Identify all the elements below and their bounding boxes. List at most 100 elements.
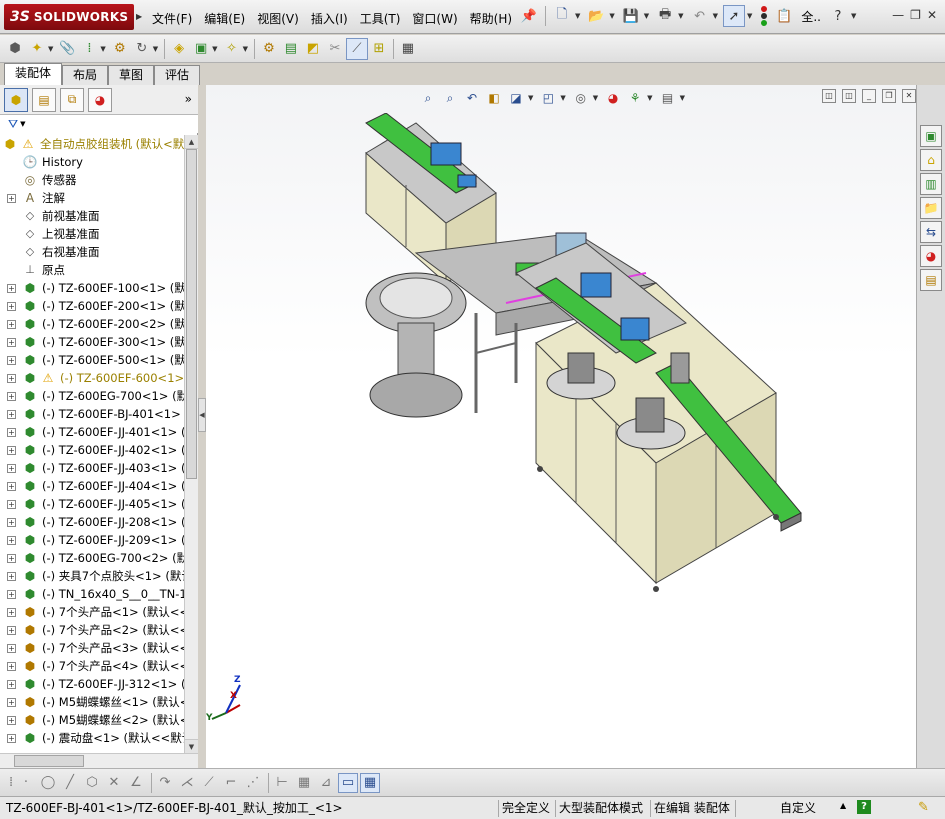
tree-item[interactable]: ⊥ 原点 xyxy=(0,261,184,279)
scroll-down-icon[interactable]: ▼ xyxy=(185,739,198,753)
expand-icon[interactable]: + xyxy=(7,608,16,617)
minimize-icon[interactable]: — xyxy=(892,8,904,22)
units-dropdown-icon[interactable]: ▲ xyxy=(840,801,846,810)
point-icon[interactable]: · xyxy=(16,773,36,793)
scroll-thumb[interactable] xyxy=(186,149,197,479)
tags-icon[interactable]: ✎ xyxy=(918,800,929,815)
expand-icon[interactable]: + xyxy=(7,680,16,689)
view-orientation-dropdown-icon[interactable]: ▼ xyxy=(528,94,533,102)
tree-item[interactable]: + ⬢ (-) 7个头产品<2> (默认<< xyxy=(0,621,184,639)
tree-item[interactable]: ◎ 传感器 xyxy=(0,171,184,189)
reference-geometry-icon[interactable]: ✧ xyxy=(221,38,243,60)
expand-icon[interactable]: + xyxy=(7,554,16,563)
home-icon[interactable]: ⌂ xyxy=(920,149,942,171)
line-icon[interactable]: ╱ xyxy=(60,773,80,793)
expand-icon[interactable]: + xyxy=(7,356,16,365)
pattern-dropdown-icon[interactable]: ▼ xyxy=(100,45,105,53)
tree-item[interactable]: + ⬢ (-) TZ-600EF-JJ-403<1> (默 xyxy=(0,459,184,477)
tree-item[interactable]: + ⬢ (-) TZ-600EF-200<1> (默认< xyxy=(0,297,184,315)
exploded-view-icon[interactable]: ▤ xyxy=(280,38,302,60)
tab-evaluate[interactable]: 评估 xyxy=(154,65,201,85)
circle-icon[interactable]: ◯ xyxy=(38,773,58,793)
design-library-icon[interactable]: ▥ xyxy=(920,173,942,195)
expand-icon[interactable]: + xyxy=(7,590,16,599)
expand-icon[interactable]: + xyxy=(7,392,16,401)
expand-icon[interactable]: + xyxy=(7,374,16,383)
angle-icon[interactable]: ∠ xyxy=(126,773,146,793)
linear-pattern-icon[interactable]: ⁞ xyxy=(78,38,100,60)
dynamic-annotation-icon[interactable]: ◪ xyxy=(506,88,526,108)
menu-window[interactable]: 窗口(W) xyxy=(406,8,463,29)
view-orientation-icon[interactable]: ◰ xyxy=(538,88,558,108)
move-component-icon[interactable]: ↻ xyxy=(131,38,153,60)
expand-icon[interactable]: + xyxy=(7,194,16,203)
bill-of-materials-icon[interactable]: ⚙ xyxy=(258,38,280,60)
mirror-icon[interactable]: ⋌ xyxy=(177,773,197,793)
feature-manager-tab-icon[interactable]: ⬢ xyxy=(4,87,28,112)
viewport-close-icon[interactable]: ✕ xyxy=(902,89,916,103)
help-icon[interactable]: ? xyxy=(827,5,849,27)
hscroll-thumb[interactable] xyxy=(14,755,84,767)
interference-detection-icon[interactable]: ✂ xyxy=(324,38,346,60)
options-icon[interactable]: 📋 xyxy=(773,5,795,27)
tree-item[interactable]: + ⬢ (-) TZ-600EF-JJ-208<1> (默 xyxy=(0,513,184,531)
tree-item[interactable]: ◇ 上视基准面 xyxy=(0,225,184,243)
status-units[interactable]: 自定义 xyxy=(780,800,816,817)
expand-icon[interactable]: + xyxy=(7,644,16,653)
tree-item[interactable]: + ⬢ (-) TZ-600EF-100<1> (默认< xyxy=(0,279,184,297)
tree-item[interactable]: + ⬢ (-) TZ-600EF-JJ-405<1> (默 xyxy=(0,495,184,513)
pane-collapse-handle[interactable]: ◀ xyxy=(198,398,206,432)
select-dropdown-icon[interactable]: ▼ xyxy=(747,12,752,20)
expand-icon[interactable]: + xyxy=(7,518,16,527)
move-dropdown-icon[interactable]: ▼ xyxy=(153,45,158,53)
features-dropdown-icon[interactable]: ▼ xyxy=(212,45,217,53)
split-view-icon[interactable]: ◫ xyxy=(822,89,836,103)
tree-item[interactable]: + ⬢ (-) TZ-600EF-300<1> (默认< xyxy=(0,333,184,351)
view-settings-dropdown-icon[interactable]: ▼ xyxy=(680,94,685,102)
menu-view[interactable]: 视图(V) xyxy=(251,8,305,29)
expand-icon[interactable]: + xyxy=(7,338,16,347)
tree-horizontal-scrollbar[interactable] xyxy=(0,753,198,768)
appearances-icon[interactable]: ◕ xyxy=(920,245,942,267)
expand-icon[interactable]: + xyxy=(7,626,16,635)
file-explorer-icon[interactable]: 📁 xyxy=(920,197,942,219)
tab-sketch[interactable]: 草图 xyxy=(108,65,155,85)
view-palette-icon[interactable]: ⇆ xyxy=(920,221,942,243)
tree-item[interactable]: + ⬢ (-) TZ-600EG-700<2> (默认 xyxy=(0,549,184,567)
grid-icon[interactable]: ▦ xyxy=(294,773,314,793)
expand-icon[interactable]: + xyxy=(7,662,16,671)
property-manager-tab-icon[interactable]: ▤ xyxy=(32,87,56,112)
construction-geometry-icon[interactable]: ⋰ xyxy=(243,773,263,793)
assembly-features-icon[interactable]: ▣ xyxy=(190,38,212,60)
expand-icon[interactable]: + xyxy=(7,572,16,581)
tree-item[interactable]: + ⬢ (-) 7个头产品<1> (默认<< xyxy=(0,603,184,621)
expand-icon[interactable]: + xyxy=(7,428,16,437)
display-manager-tab-icon[interactable]: ◕ xyxy=(88,87,112,112)
tree-item[interactable]: + ⬢ (-) M5蝴蝶螺丝<1> (默认< xyxy=(0,693,184,711)
print-icon[interactable]: 🖶 xyxy=(654,5,676,27)
expand-icon[interactable]: + xyxy=(7,302,16,311)
table-view-icon[interactable]: ▦ xyxy=(360,772,380,793)
tree-item[interactable]: + A 注解 xyxy=(0,189,184,207)
tab-assembly[interactable]: 装配体 xyxy=(4,63,63,85)
tree-item[interactable]: + ⬢ ⚠ (-) TZ-600EF-600<1> (默 xyxy=(0,369,184,387)
logo-menu-arrow-icon[interactable]: ▶ xyxy=(136,12,142,21)
tree-root-assembly[interactable]: ⬢ ⚠ 全自动点胶组装机 (默认<默 xyxy=(0,135,184,153)
rebuild-icon[interactable] xyxy=(757,5,771,27)
save-dropdown-icon[interactable]: ▼ xyxy=(644,12,649,20)
save-icon[interactable]: 💾 xyxy=(620,5,642,27)
hide-show-items-icon[interactable]: ◎ xyxy=(571,88,591,108)
relations-icon[interactable]: ⊿ xyxy=(316,773,336,793)
tree-item[interactable]: 🕒 History xyxy=(0,153,184,171)
tree-item[interactable]: + ⬢ (-) TZ-600EF-JJ-209<1> (默 xyxy=(0,531,184,549)
viewport-minimize-icon[interactable]: _ xyxy=(862,89,876,103)
graphics-area[interactable]: ⌕ ⌕ ↶ ◧ ◪▼ ◰▼ ◎▼ ◕ ⚘▼ ▤▼ ◫ ◫ _ ❐ ✕ xyxy=(206,85,916,768)
tree-item[interactable]: + ⬢ (-) TZ-600EF-JJ-404<1> (默 xyxy=(0,477,184,495)
view-settings-icon[interactable]: ▤ xyxy=(658,88,678,108)
hole-alignment-icon[interactable]: ⊞ xyxy=(368,38,390,60)
menu-edit[interactable]: 编辑(E) xyxy=(198,8,251,29)
tree-item[interactable]: + ⬢ (-) TZ-600EF-200<2> (默认< xyxy=(0,315,184,333)
help-dropdown-icon[interactable]: ▼ xyxy=(851,12,856,20)
tree-item[interactable]: + ⬢ (-) TZ-600EF-JJ-402<1> (默 xyxy=(0,441,184,459)
menu-help[interactable]: 帮助(H) xyxy=(464,8,518,29)
